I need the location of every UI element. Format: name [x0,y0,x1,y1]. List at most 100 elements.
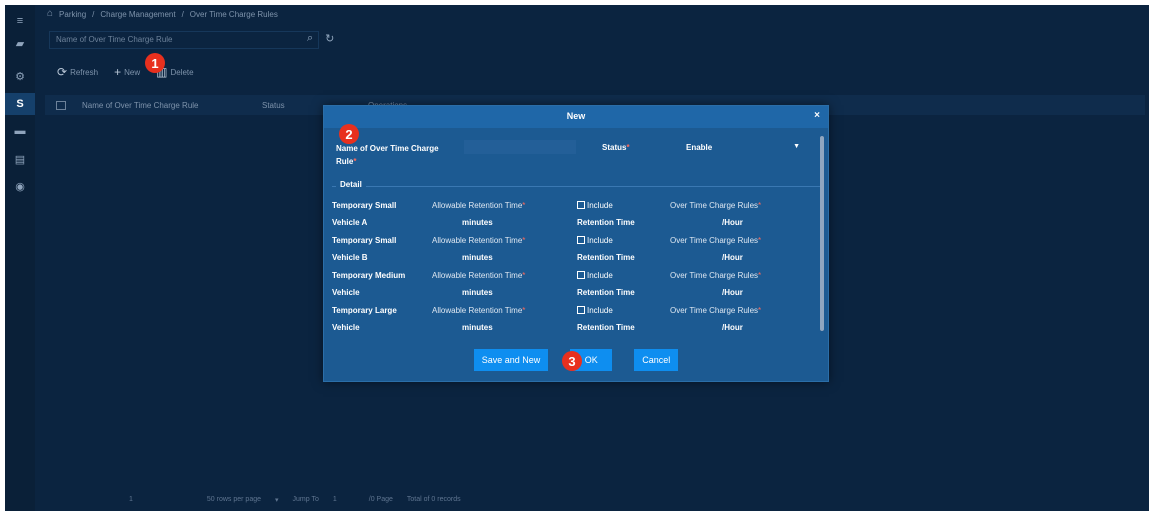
total-records: Total of 0 records [406,496,461,503]
breadcrumb-separator: / [181,10,184,19]
detail-row: Temporary Large Vehicle Allowable Retent… [332,302,820,336]
include-field: Include Retention Time [577,267,635,301]
cancel-button[interactable]: Cancel [634,349,679,371]
charge-label: Over Time Charge Rules [670,306,759,315]
breadcrumb-current: Over Time Charge Rules [189,10,278,19]
charge-field: Over Time Charge Rules* /Hour [670,197,761,231]
include-label: Include [587,306,613,315]
retention-minutes-input[interactable]: minutes [432,319,525,336]
detail-row: Temporary Small Vehicle A Allowable Rete… [332,197,820,231]
charge-label: Over Time Charge Rules [670,201,759,210]
jump-to-label: Jump To [292,496,319,503]
rows-per-page-select[interactable]: 50 rows per page [207,496,261,504]
page-count: /0 Page [368,496,393,503]
select-all-checkbox[interactable] [56,100,66,110]
charge-per-hour-input[interactable]: /Hour [670,214,761,231]
column-name: Name of Over Time Charge Rule [82,100,199,110]
breadcrumb-charge-management[interactable]: Charge Management [100,10,175,19]
retention-time-label: Retention Time [577,253,635,262]
breadcrumb-parking[interactable]: Parking [59,10,86,19]
retention-minutes-input[interactable]: minutes [432,284,525,301]
charge-icon[interactable]: S [5,93,35,115]
parking-icon[interactable]: ▰ [5,32,35,54]
status-select[interactable]: Enable ▼ [684,140,802,156]
new-rule-dialog: New × 2 Name of Over Time Charge Rule* S… [323,105,829,382]
delete-label: Delete [170,67,194,77]
include-field: Include Retention Time [577,302,635,336]
charge-per-hour-input[interactable]: /Hour [670,249,761,266]
include-label: Include [587,201,613,210]
pagination: 1 50 rows per page ▾ Jump To 1 /0 Page T… [129,496,461,504]
include-checkbox[interactable] [577,271,585,279]
retention-time-label: Retention Time [577,218,635,227]
detail-section: Detail Temporary Small Vehicle A Allowab… [332,180,820,356]
vehicle-type: Temporary Large Vehicle [332,306,397,332]
retention-field: Allowable Retention Time* minutes [432,267,525,301]
refresh-icon: ⟳ [57,65,68,79]
search-controls: ⌕ ↻ [307,32,334,45]
include-checkbox[interactable] [577,201,585,209]
retention-label: Allowable Retention Time [432,306,523,315]
new-button[interactable]: + New [114,65,140,79]
close-icon[interactable]: × [814,110,820,121]
new-label: New [124,67,141,77]
status-label: Status* [602,143,630,152]
charge-field: Over Time Charge Rules* /Hour [670,302,761,336]
breadcrumb: ⌂ Parking / Charge Management / Over Tim… [47,8,278,19]
retention-minutes-input[interactable]: minutes [432,214,525,231]
toolbar: ⟳ Refresh + New ▥ Delete [57,65,194,79]
retention-label: Allowable Retention Time [432,201,523,210]
vehicle-type: Temporary Small Vehicle A [332,201,397,227]
retention-field: Allowable Retention Time* minutes [432,197,525,231]
status-label-text: Status [602,143,627,152]
step-marker-2: 2 [339,124,359,144]
refresh-button[interactable]: ⟳ Refresh [57,65,98,79]
search-icon[interactable]: ⌕ [307,32,313,45]
status-value: Enable [686,143,713,152]
home-icon[interactable]: ⌂ [47,8,53,19]
retention-field: Allowable Retention Time* minutes [432,302,525,336]
rule-name-input[interactable] [464,140,576,154]
reset-icon[interactable]: ↻ [325,32,334,45]
scrollbar-thumb[interactable] [820,136,824,331]
detail-title: Detail [336,180,366,189]
include-field: Include Retention Time [577,232,635,266]
charge-per-hour-input[interactable]: /Hour [670,284,761,301]
retention-time-label: Retention Time [577,288,635,297]
charge-label: Over Time Charge Rules [670,236,759,245]
dialog-title: New [324,106,828,128]
vehicle-icon[interactable]: ▬ [5,120,35,142]
retention-minutes-input[interactable]: minutes [432,249,525,266]
vehicle-type: Temporary Small Vehicle B [332,236,397,262]
camera-icon[interactable]: ◉ [5,175,35,197]
save-and-new-button[interactable]: Save and New [473,349,549,371]
rule-name-label: Name of Over Time Charge Rule* [336,144,439,166]
chevron-down-icon: ▼ [793,143,800,150]
search-input[interactable]: Name of Over Time Charge Rule [49,31,319,49]
plus-icon: + [114,65,122,79]
charge-label: Over Time Charge Rules [670,271,759,280]
report-icon[interactable]: ▤ [5,148,35,170]
refresh-label: Refresh [70,67,99,77]
settings-icon[interactable]: ⚙ [5,65,35,87]
include-checkbox[interactable] [577,306,585,314]
vehicle-type: Temporary Medium Vehicle [332,271,406,297]
include-label: Include [587,271,613,280]
charge-field: Over Time Charge Rules* /Hour [670,232,761,266]
jump-to-input[interactable]: 1 [333,496,337,504]
sidebar: ≡ ▰ ⚙ S ▬ ▤ ◉ [5,5,35,511]
page-number[interactable]: 1 [129,496,133,504]
retention-label: Allowable Retention Time [432,271,523,280]
retention-label: Allowable Retention Time [432,236,523,245]
include-checkbox[interactable] [577,236,585,244]
include-field: Include Retention Time [577,197,635,231]
detail-row: Temporary Small Vehicle B Allowable Rete… [332,232,820,266]
charge-per-hour-input[interactable]: /Hour [670,319,761,336]
breadcrumb-separator: / [92,10,95,19]
include-label: Include [587,236,613,245]
retention-time-label: Retention Time [577,323,635,332]
chevron-down-icon: ▾ [275,497,279,504]
step-marker-1: 1 [145,53,165,73]
menu-icon[interactable]: ≡ [5,10,35,32]
charge-field: Over Time Charge Rules* /Hour [670,267,761,301]
